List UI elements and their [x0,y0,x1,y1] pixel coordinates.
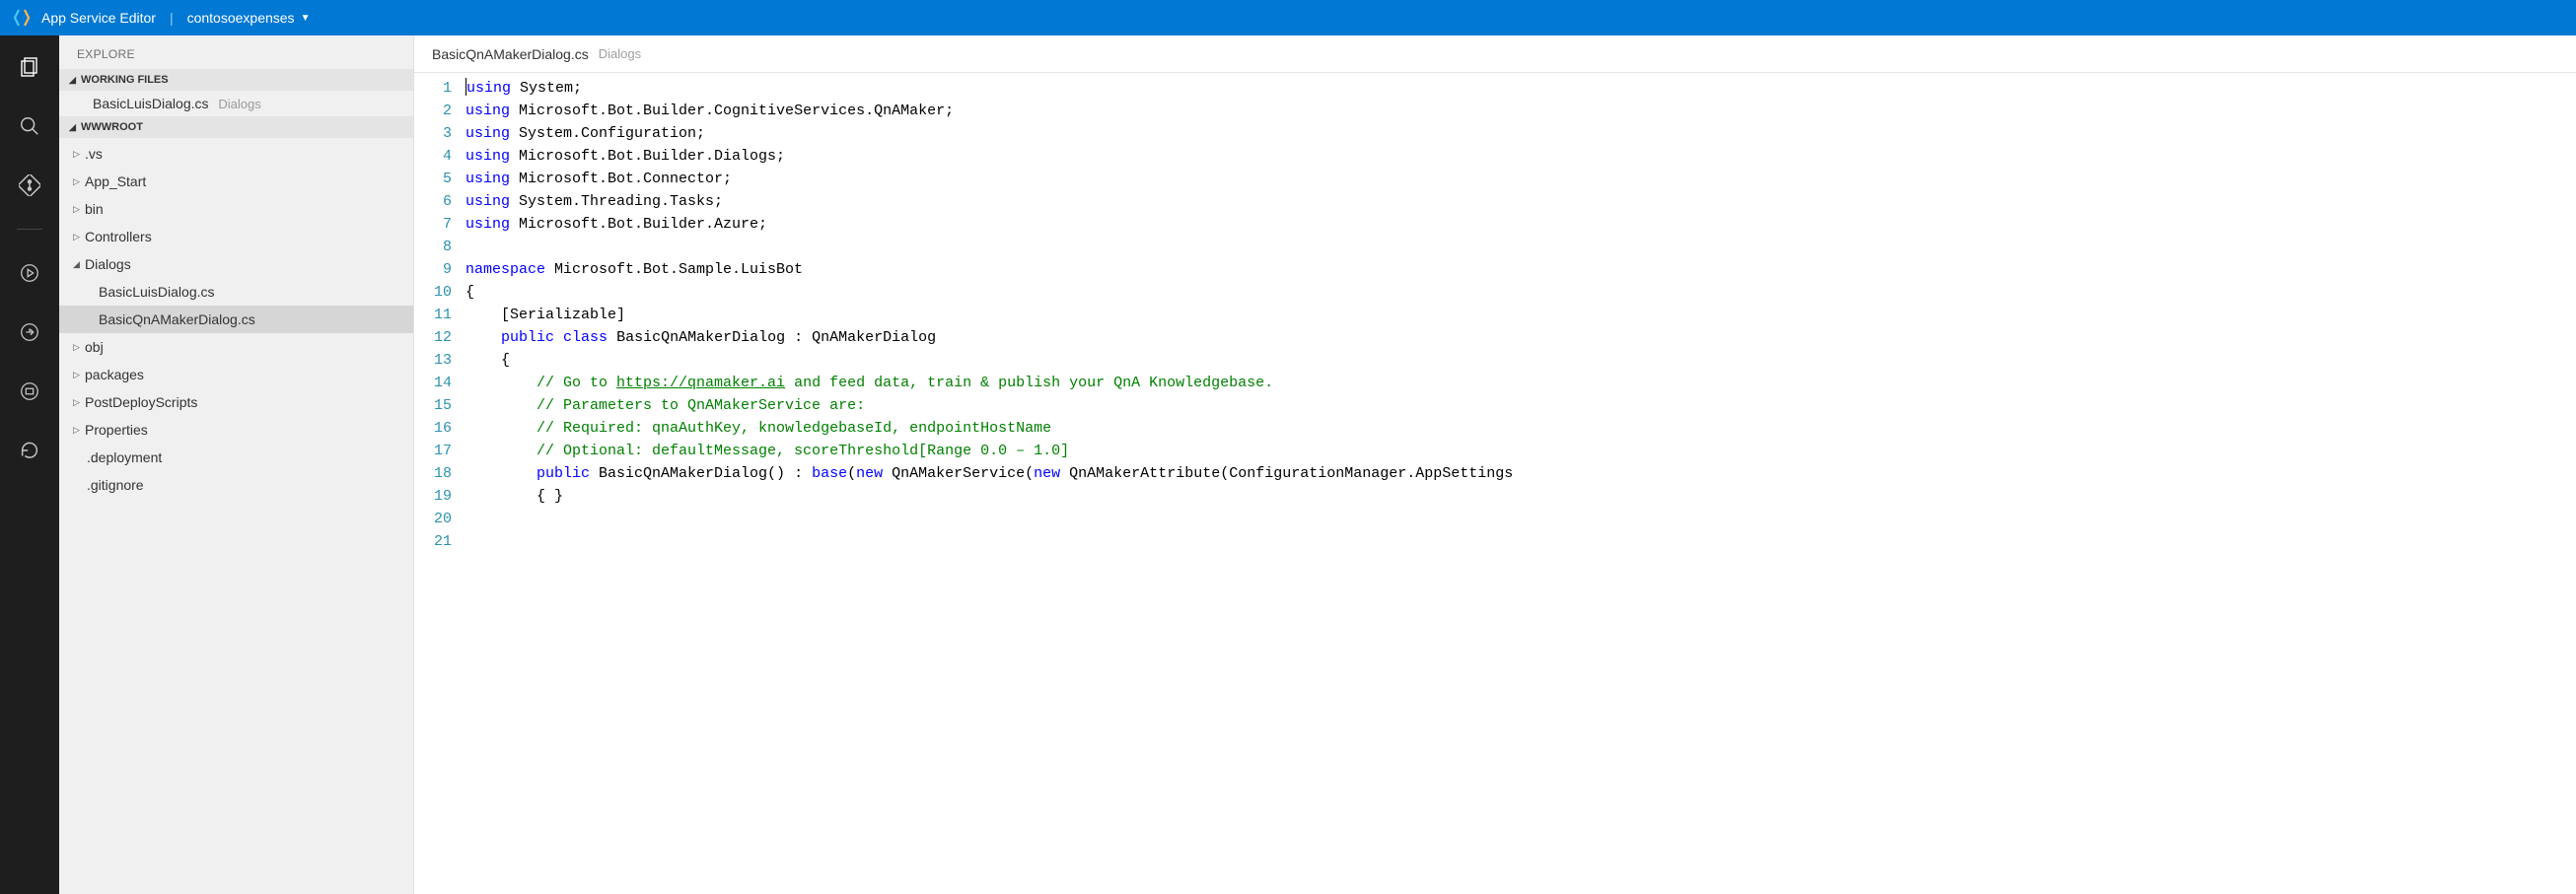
wwwroot-label: WWWROOT [81,121,143,133]
folder-node[interactable]: ▷obj [59,333,413,361]
output-icon[interactable] [0,376,59,407]
chevron-down-icon: ◢ [69,75,81,86]
tree-node-label: BasicLuisDialog.cs [99,282,215,302]
folder-node[interactable]: ▷.vs [59,140,413,168]
tree-node-label: .vs [85,144,103,164]
file-tree: ▷.vs▷App_Start▷bin▷Controllers◢DialogsBa… [59,138,413,501]
tree-node-label: packages [85,365,144,384]
folder-node[interactable]: ▷packages [59,361,413,388]
titlebar-divider: | [170,10,174,26]
tree-node-label: bin [85,199,104,219]
chevron-right-icon: ▷ [73,420,85,440]
folder-node[interactable]: ▷Controllers [59,223,413,250]
explorer-sidebar: EXPLORE ◢ WORKING FILES BasicLuisDialog.… [59,35,414,894]
tab-path: Dialogs [599,46,641,61]
signout-icon[interactable] [0,316,59,348]
working-file-item[interactable]: BasicLuisDialog.cs Dialogs [59,91,413,116]
chevron-down-icon: ◢ [73,254,85,274]
working-files-label: WORKING FILES [81,74,169,86]
app-title: App Service Editor [41,10,156,26]
tree-node-label: Dialogs [85,254,131,274]
file-node[interactable]: BasicLuisDialog.cs [59,278,413,306]
search-icon[interactable] [0,110,59,142]
tree-node-label: Controllers [85,227,152,246]
tree-node-label: Properties [85,420,148,440]
folder-node[interactable]: ▷bin [59,195,413,223]
tree-node-label: .gitignore [87,475,144,495]
activity-separator [17,229,42,230]
wwwroot-header[interactable]: ◢ WWWROOT [59,116,413,138]
chevron-right-icon: ▷ [73,172,85,191]
run-icon[interactable] [0,257,59,289]
activity-bar [0,35,59,894]
git-icon[interactable] [0,170,59,201]
line-gutter: 123456789101112131415161718192021 [414,73,465,894]
chevron-right-icon: ▷ [73,227,85,246]
file-node[interactable]: .gitignore [59,471,413,499]
editor-tab[interactable]: BasicQnAMakerDialog.cs Dialogs [414,35,2576,73]
app-logo-icon [12,8,32,28]
working-file-hint: Dialogs [218,97,260,111]
project-dropdown[interactable]: contosoexpenses ▼ [187,10,311,26]
chevron-right-icon: ▷ [73,144,85,164]
chevron-down-icon: ▼ [301,13,311,24]
file-node[interactable]: BasicQnAMakerDialog.cs [59,306,413,333]
code-area[interactable]: 123456789101112131415161718192021 using … [414,73,2576,894]
titlebar: App Service Editor | contosoexpenses ▼ [0,0,2576,35]
file-node[interactable]: .deployment [59,444,413,471]
files-icon[interactable] [0,51,59,83]
refresh-icon[interactable] [0,435,59,466]
folder-node[interactable]: ▷App_Start [59,168,413,195]
tree-node-label: .deployment [87,447,162,467]
tab-filename: BasicQnAMakerDialog.cs [432,46,589,62]
code-content[interactable]: using System;using Microsoft.Bot.Builder… [465,73,2576,894]
working-files-header[interactable]: ◢ WORKING FILES [59,69,413,91]
chevron-right-icon: ▷ [73,337,85,357]
project-name: contosoexpenses [187,10,295,26]
sidebar-title: EXPLORE [59,35,413,69]
chevron-right-icon: ▷ [73,365,85,384]
tree-node-label: App_Start [85,172,146,191]
folder-node[interactable]: ◢Dialogs [59,250,413,278]
folder-node[interactable]: ▷Properties [59,416,413,444]
working-file-name: BasicLuisDialog.cs [93,96,209,111]
editor-pane: BasicQnAMakerDialog.cs Dialogs 123456789… [414,35,2576,894]
chevron-right-icon: ▷ [73,199,85,219]
tree-node-label: BasicQnAMakerDialog.cs [99,309,255,329]
tree-node-label: PostDeployScripts [85,392,197,412]
tree-node-label: obj [85,337,104,357]
chevron-down-icon: ◢ [69,122,81,133]
folder-node[interactable]: ▷PostDeployScripts [59,388,413,416]
chevron-right-icon: ▷ [73,392,85,412]
